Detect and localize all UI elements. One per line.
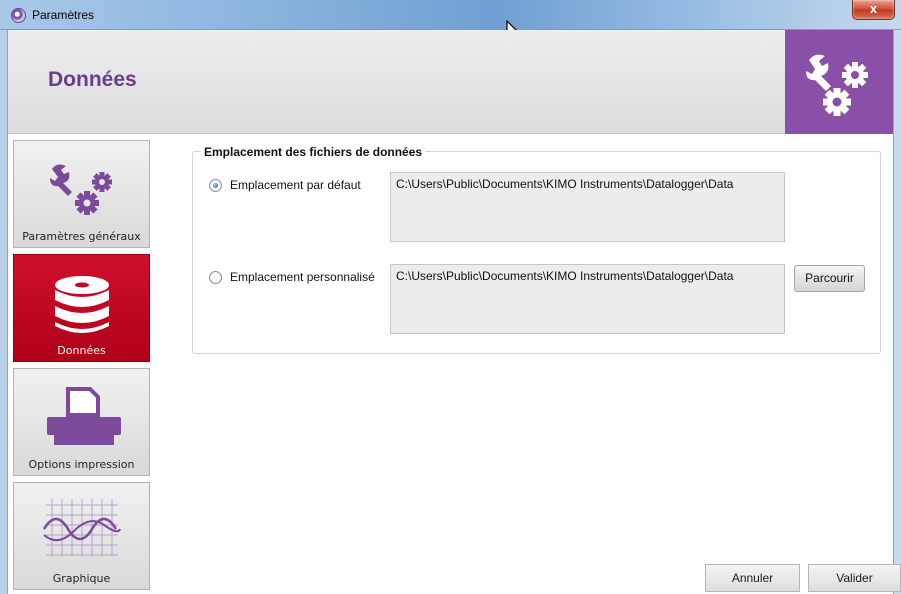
custom-location-label: Emplacement personnalisé [230,270,375,284]
page-title: Données [48,68,137,91]
nav-item-print-options[interactable]: Options impression [13,368,150,476]
window-title: Paramètres [32,8,95,22]
nav-item-data[interactable]: Données [13,254,150,362]
custom-path-field[interactable]: C:\Users\Public\Documents\KIMO Instrumen… [390,264,785,334]
nav-item-label: Graphique [52,572,111,585]
nav-item-general-settings[interactable]: Paramètres généraux [13,140,150,248]
default-location-label: Emplacement par défaut [230,178,361,192]
database-icon [55,276,109,333]
title-bar: Paramètres x [0,0,901,30]
default-location-radio[interactable] [209,178,222,192]
browse-button[interactable]: Parcourir [794,265,865,292]
window-frame-left [0,30,8,594]
default-location-option[interactable]: Emplacement par défaut [209,178,361,192]
header-icon-panel [785,30,893,134]
app-icon [11,8,26,23]
data-location-group: Emplacement des fichiers de données Empl… [192,145,881,354]
group-legend: Emplacement des fichiers de données [201,145,426,159]
nav-item-graph[interactable]: Graphique [13,482,150,590]
nav-item-label: Options impression [28,458,135,471]
ok-button[interactable]: Valider [808,564,901,592]
page-header: Données [8,30,893,134]
close-button[interactable]: x [852,0,895,20]
default-path-field: C:\Users\Public\Documents\KIMO Instrumen… [390,172,785,242]
printer-icon [47,387,121,445]
graph-icon [42,499,121,557]
cancel-button[interactable]: Annuler [705,564,800,592]
custom-location-radio[interactable] [209,270,222,284]
wrench-gears-icon [806,54,868,116]
wrench-gears-icon [50,164,112,215]
window-frame-right [893,30,901,594]
custom-location-option[interactable]: Emplacement personnalisé [209,270,375,284]
nav-item-label: Paramètres généraux [22,230,141,243]
nav-item-label: Données [57,344,106,357]
